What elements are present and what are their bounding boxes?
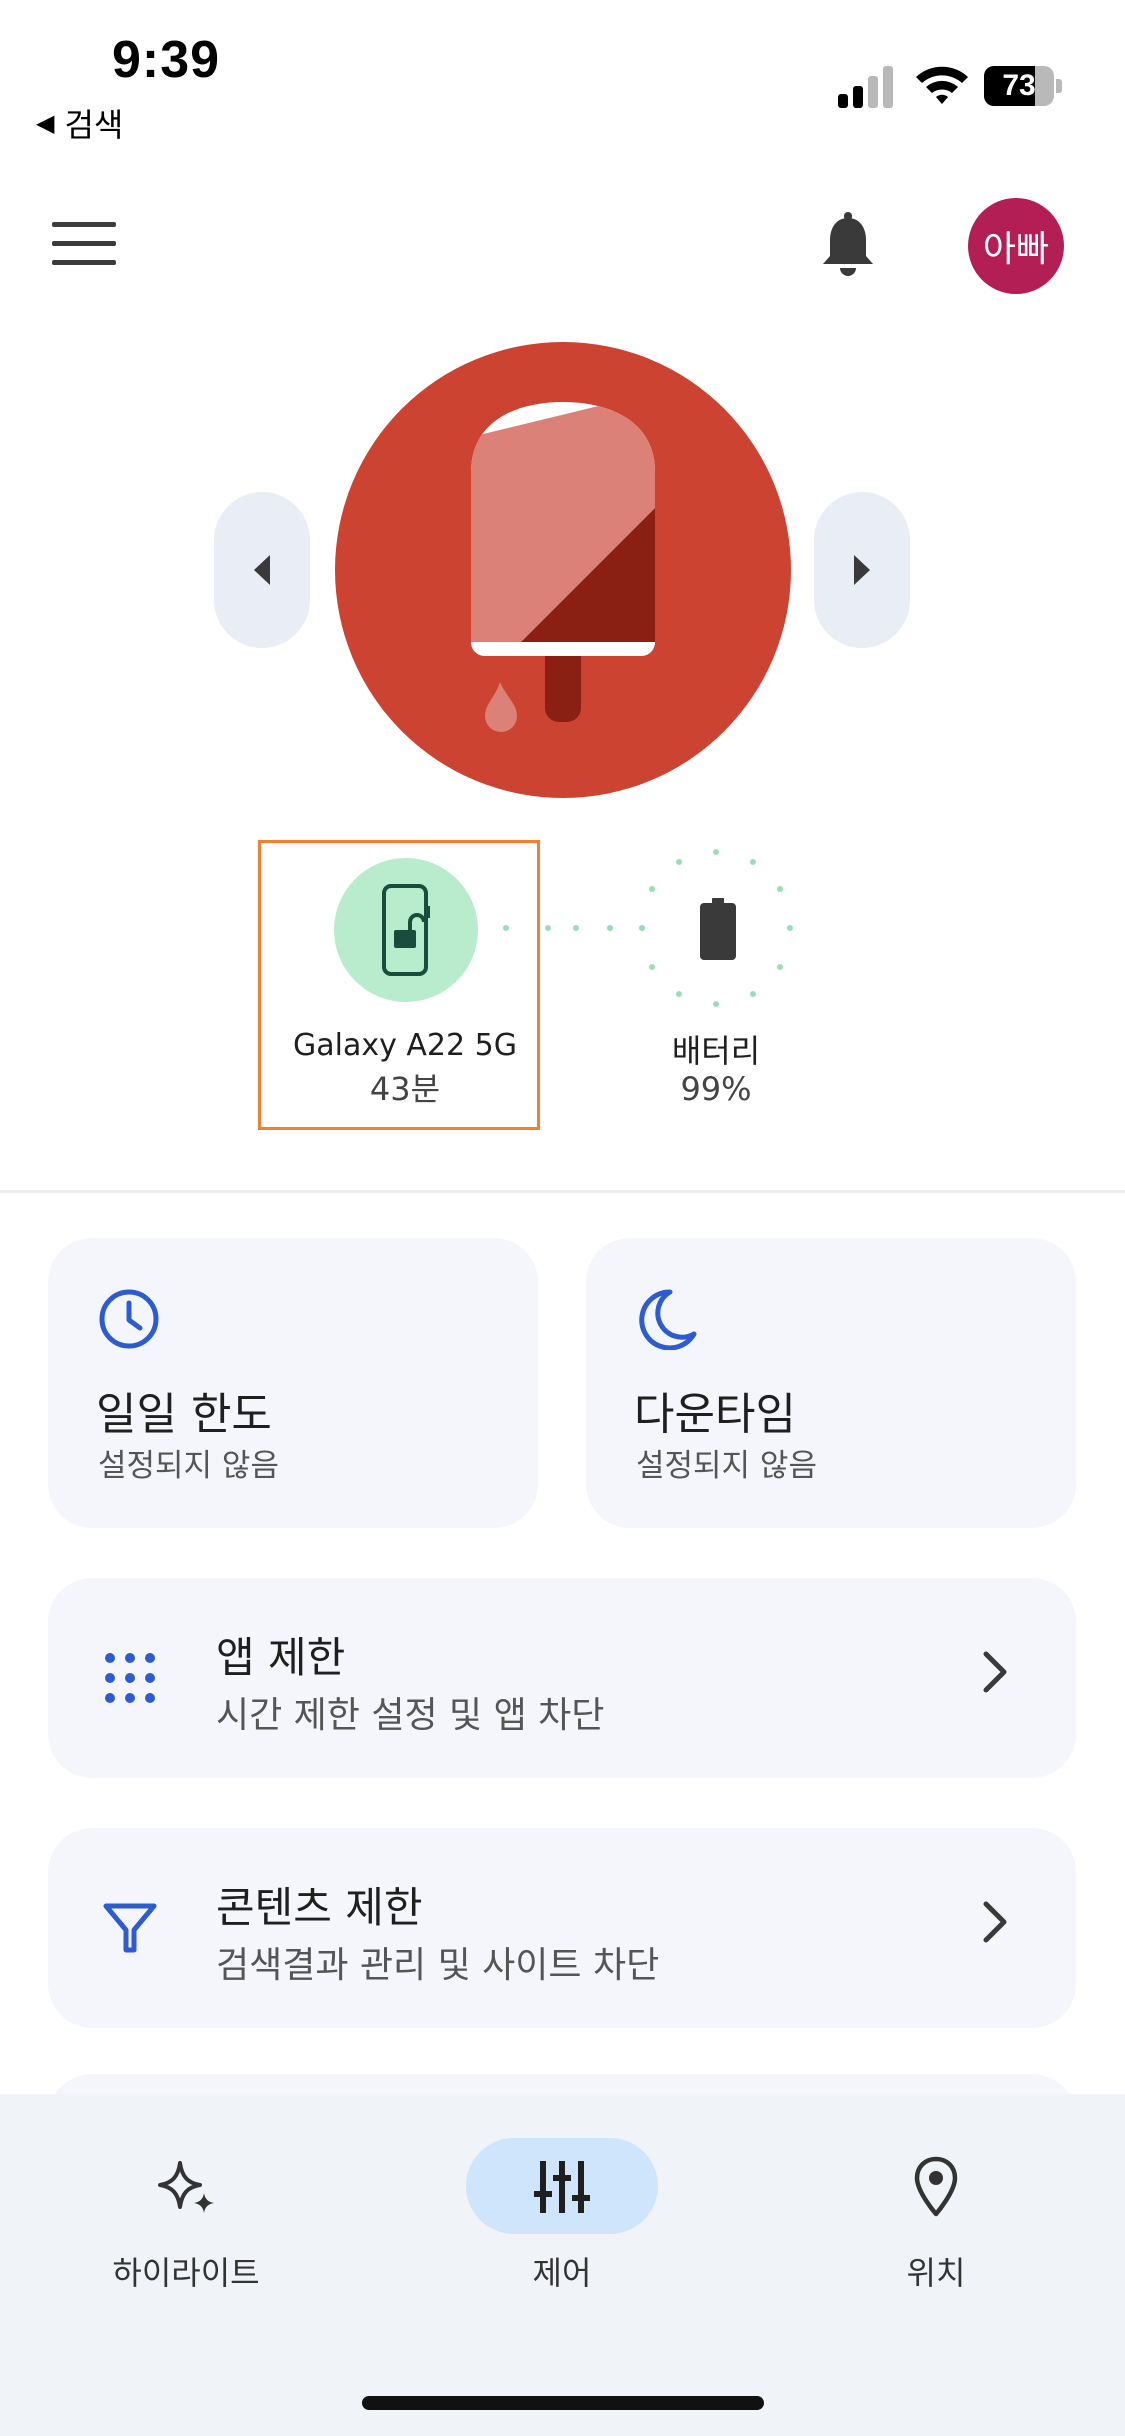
battery-value: 99%	[680, 1070, 752, 1108]
battery-percent: 73	[1002, 69, 1036, 102]
tab-control[interactable]: 제어	[422, 2132, 702, 2292]
clock-icon	[99, 1289, 159, 1349]
battery-label: 배터리	[671, 1032, 761, 1070]
battery-icon	[700, 898, 736, 960]
tab-location[interactable]: 위치	[796, 2132, 1076, 2292]
sparkle-icon	[158, 2161, 214, 2213]
section-divider	[0, 1190, 1125, 1193]
content-limits-subtitle: 검색결과 관리 및 사이트 차단	[216, 1945, 660, 1986]
menu-icon[interactable]	[52, 222, 116, 270]
battery-status-icon: 73	[984, 66, 1066, 106]
phone-unlocked-icon	[382, 884, 430, 976]
filter-icon	[103, 1903, 157, 1953]
moon-icon	[639, 1289, 697, 1350]
status-time: 9:39	[112, 31, 221, 89]
connection-dots	[503, 849, 793, 1007]
cellular-signal-icon	[838, 66, 893, 108]
chevron-right-icon	[983, 1901, 1007, 1943]
tune-sliders-icon	[534, 2161, 590, 2213]
next-child-button[interactable]	[814, 492, 910, 648]
tab-highlights-label: 하이라이트	[112, 2254, 260, 2292]
back-to-app-link[interactable]: ◀ 검색	[36, 100, 123, 146]
back-app-label: 검색	[64, 106, 124, 144]
wifi-icon	[916, 66, 968, 104]
app-limits-subtitle: 시간 제한 설정 및 앱 차단	[216, 1695, 605, 1736]
tab-control-label: 제어	[532, 2254, 592, 2292]
device-name: Galaxy A22 5G	[293, 1028, 517, 1063]
downtime-title: 다운타임	[634, 1389, 796, 1440]
daily-limit-subtitle: 설정되지 않음	[98, 1448, 279, 1484]
profile-avatar[interactable]: 아빠	[968, 198, 1064, 294]
chevron-right-icon	[983, 1651, 1007, 1693]
location-pin-icon	[914, 2156, 958, 2217]
device-usage-time: 43분	[369, 1070, 441, 1108]
content-limits-row[interactable]: 콘텐츠 제한 검색결과 관리 및 사이트 차단	[48, 1828, 1076, 2028]
chevron-right-icon	[854, 555, 870, 585]
apps-grid-icon	[105, 1653, 155, 1703]
chevron-left-icon	[254, 555, 270, 585]
downtime-card[interactable]: 다운타임 설정되지 않음	[586, 1238, 1076, 1528]
previous-child-button[interactable]	[214, 492, 310, 648]
notifications-bell-icon[interactable]	[818, 212, 878, 278]
downtime-subtitle: 설정되지 않음	[636, 1448, 817, 1484]
daily-limit-card[interactable]: 일일 한도 설정되지 않음	[48, 1238, 538, 1528]
home-indicator[interactable]	[362, 2396, 764, 2410]
content-limits-title: 콘텐츠 제한	[216, 1883, 423, 1932]
app-limits-row[interactable]: 앱 제한 시간 제한 설정 및 앱 차단	[48, 1578, 1076, 1778]
app-limits-title: 앱 제한	[216, 1633, 346, 1682]
back-arrow-icon: ◀	[36, 109, 55, 137]
child-profile-illustration	[335, 342, 791, 798]
tab-highlights[interactable]: 하이라이트	[46, 2132, 326, 2292]
tab-location-label: 위치	[906, 2254, 966, 2292]
daily-limit-title: 일일 한도	[96, 1389, 272, 1440]
